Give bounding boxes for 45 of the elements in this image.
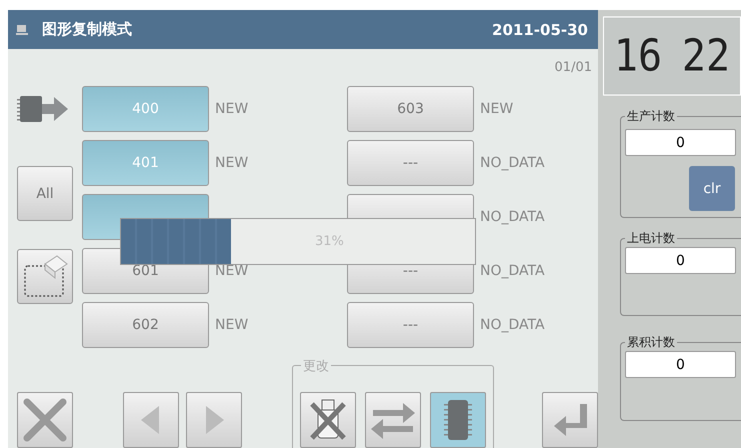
status-label: NEW [215,101,248,117]
monitor-icon [16,24,28,36]
chip-icon [444,400,472,440]
change-mode-button[interactable] [430,392,486,448]
next-button[interactable] [186,392,242,448]
all-button[interactable]: All [17,166,73,221]
counter-field[interactable]: 0 [625,247,736,274]
status-label: NO_DATA [480,263,545,279]
clock-minutes: 22 [682,30,730,82]
counter-field[interactable]: 0 [625,351,736,378]
previous-button[interactable] [123,392,179,448]
pattern-button[interactable]: --- [347,140,474,186]
counter-label: 上电计数 [626,230,676,247]
group-label: 更改 [301,357,331,375]
pattern-button[interactable]: 602 [82,302,209,348]
enter-button[interactable] [542,392,598,448]
change-mode-button[interactable] [300,392,356,448]
pattern-button[interactable]: --- [347,302,474,348]
swap-arrows-icon [371,403,415,439]
counter-label: 生产计数 [626,108,676,125]
left-triangle-icon [141,406,159,434]
status-label: NEW [215,317,248,333]
change-mode-button[interactable] [365,392,421,448]
page-indicator: 01/01 [554,60,592,77]
status-label: NO_DATA [480,155,545,171]
status-label: NEW [215,155,248,171]
enter-icon [554,404,587,436]
window-title: 图形复制模式 [42,20,133,39]
clear-button[interactable]: clr [689,166,735,211]
counter-label: 累积计数 [626,334,676,351]
eraser-button[interactable] [17,249,73,304]
status-label: NEW [215,263,248,279]
cancel-button[interactable] [17,392,73,448]
pattern-button[interactable]: 603 [347,86,474,132]
date-label: 2011-05-30 [492,20,588,38]
pattern-button[interactable]: 401 [82,140,209,186]
clock-hours: 16 [614,30,662,82]
status-label: NO_DATA [480,209,545,225]
status-label: NEW [480,101,514,117]
usb-crossed-icon [310,400,346,440]
right-triangle-icon [206,406,224,434]
counter-field[interactable]: 0 [625,129,736,156]
pattern-button[interactable]: 400 [82,86,209,132]
close-icon [24,398,66,442]
status-label: NO_DATA [480,317,545,333]
